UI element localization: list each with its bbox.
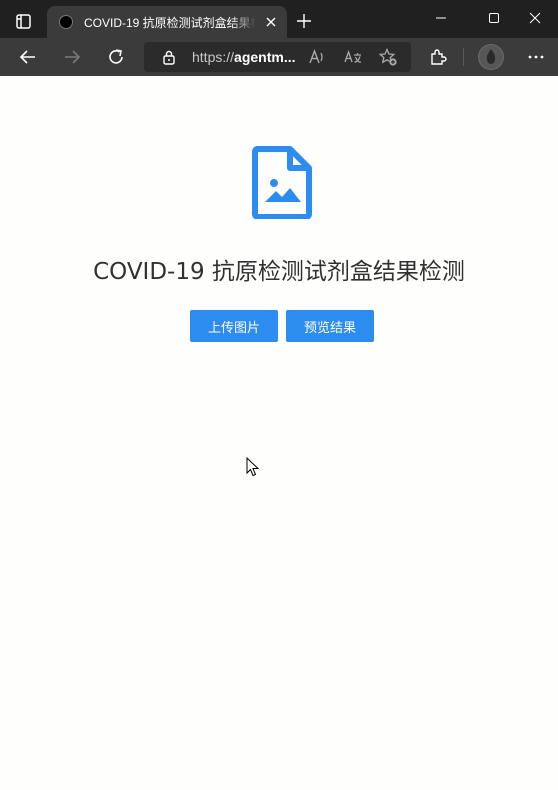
avatar[interactable] [478,44,504,70]
toolbar-divider [463,48,464,66]
extensions-icon[interactable] [428,47,448,67]
address-bar[interactable]: https://agentm... [144,42,411,72]
title-bar: COVID-19 抗原检测试剂盒结果检测 [0,0,558,38]
translate-icon[interactable] [343,47,363,67]
address-url: https://agentm... [192,49,296,65]
favorite-add-icon[interactable] [378,47,398,67]
back-icon[interactable] [18,47,38,67]
site-favicon-icon [59,15,73,29]
plus-icon[interactable] [296,13,312,29]
close-icon[interactable] [265,16,277,28]
browser-tab[interactable]: COVID-19 抗原检测试剂盒结果检测 [47,6,287,38]
cursor-icon [246,457,260,477]
address-host: agentm... [234,49,296,65]
profile-icon [479,45,503,69]
browser-toolbar: https://agentm... [0,38,558,76]
lock-icon[interactable] [162,49,176,65]
refresh-icon[interactable] [106,47,126,67]
close-window-icon[interactable] [512,0,558,36]
preview-result-button[interactable]: 预览结果 [286,310,374,342]
minimize-icon[interactable] [418,0,464,36]
forward-icon[interactable] [62,47,82,67]
page-title: COVID-19 抗原检测试剂盒结果检测 [93,259,465,285]
address-scheme: https:// [192,49,235,65]
maximize-icon[interactable] [471,0,517,36]
upload-image-button[interactable]: 上传图片 [190,310,278,342]
read-aloud-icon[interactable] [307,47,327,67]
tab-actions-icon[interactable] [12,11,34,31]
more-icon[interactable] [526,47,546,67]
tab-title: COVID-19 抗原检测试剂盒结果检测 [84,16,256,30]
page-content: COVID-19 抗原检测试剂盒结果检测 上传图片 预览结果 [0,76,558,790]
image-file-icon [252,146,312,219]
